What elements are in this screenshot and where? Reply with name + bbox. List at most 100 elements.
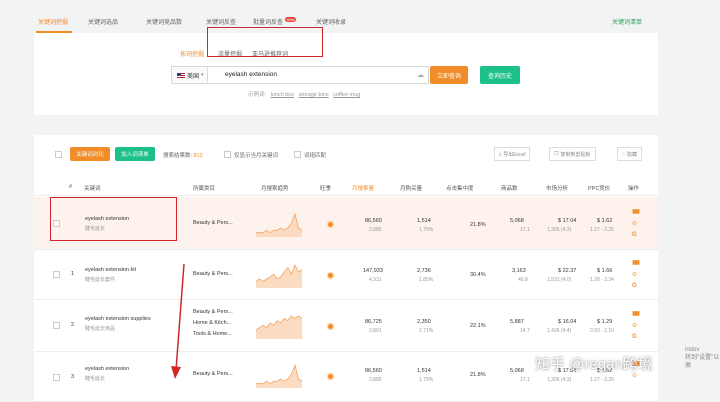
table-row[interactable]: 1 eyelash extension kit 睫毛延长套件 Beauty & …	[34, 250, 658, 300]
search-volume: 86,725	[365, 319, 382, 325]
col-header-category: 所属类目	[193, 186, 216, 192]
trend-sparkline	[256, 363, 302, 388]
product-count: 5,887	[510, 319, 524, 325]
side-text-line: indov	[685, 347, 700, 353]
table-row[interactable]: eyelash extension 睫毛延长 Beauty & Pers... …	[34, 197, 658, 250]
country-label: 美国	[187, 73, 200, 80]
google-icon[interactable]: G	[632, 232, 637, 238]
example-keyword[interactable]: coffee mug	[333, 92, 360, 98]
search-volume-sub: 2,885	[369, 227, 382, 233]
trend-sparkline	[256, 315, 302, 339]
copy-clipboard-button[interactable]: ❐ 复制到剪贴板	[549, 147, 596, 161]
purchases-sub: 1.75%	[419, 377, 434, 383]
purchases-sub: 1.75%	[419, 227, 434, 233]
col-header-purchases[interactable]: 月购买量	[400, 184, 422, 192]
keyword-search-input[interactable]: eyelash extension	[207, 66, 429, 84]
col-header-market[interactable]: 市场分析	[546, 184, 568, 192]
tab-keyword-mining[interactable]: 关键词挖掘	[38, 17, 68, 26]
result-count-label: 搜索结果数:	[163, 153, 193, 159]
current-month-checkbox[interactable]	[224, 151, 231, 158]
chevron-down-icon: ▾	[201, 72, 204, 78]
product-count-sub: 17.1	[520, 227, 530, 233]
tab-bar: 关键词挖掘 关键词选品 关键词竞品数 关键词反查 批量词反查new 关键词收录 …	[34, 14, 658, 33]
windows-activation-text: indov 转到"设置"以激	[685, 346, 720, 370]
col-header-actions: 操作	[628, 186, 640, 192]
country-select[interactable]: 美国 ▾	[171, 66, 207, 84]
row-checkbox[interactable]	[53, 374, 60, 381]
col-header-ppc[interactable]: PPC竞价	[588, 184, 610, 192]
category-text: Tools & Home...	[193, 331, 232, 337]
tab-keyword-selection[interactable]: 关键词选品	[88, 17, 118, 26]
season-indicator	[328, 273, 333, 278]
keyword-text[interactable]: eyelash extension	[85, 216, 129, 222]
phrase-match-checkbox[interactable]	[294, 151, 301, 158]
purchases: 2,736	[417, 268, 431, 274]
ppc-bid: $ 1.29	[597, 319, 613, 325]
export-excel-button[interactable]: ⤓ 导出Excel	[494, 147, 531, 161]
keyword-translation: 睫毛延长	[85, 376, 106, 382]
trend-sparkline	[256, 264, 302, 288]
search-volume-sub: 2,891	[369, 328, 382, 334]
search-volume: 86,560	[365, 218, 382, 224]
result-count-value: 812	[193, 153, 203, 159]
tab-keyword-competitors[interactable]: 关键词竞品数	[146, 17, 182, 26]
row-checkbox[interactable]	[53, 271, 60, 278]
mode-tab-traffic[interactable]: 流量挖掘	[218, 49, 242, 58]
tab-keyword-index[interactable]: 关键词收录	[316, 17, 346, 26]
hide-icon: ◌	[622, 151, 625, 157]
hide-label: 隐藏	[626, 151, 637, 158]
ppc-range: 1.27 - 3.25	[590, 377, 614, 383]
market-sub: 1,306 (4.3)	[547, 377, 572, 383]
ppc-bid: $ 1.66	[597, 268, 613, 274]
col-header-keyword[interactable]: 关键词	[84, 184, 101, 192]
keyword-text[interactable]: eyelash extension	[85, 366, 129, 372]
select-all-checkbox[interactable]	[55, 151, 62, 158]
bar-chart-icon[interactable]: ▮▮▮	[632, 310, 640, 317]
category-text: Home & Kitch...	[193, 320, 232, 326]
upload-cloud-icon[interactable]: ☁	[417, 71, 424, 79]
view-details-icon[interactable]: ⊝	[632, 220, 637, 227]
product-count: 5,068	[510, 218, 524, 224]
table-row[interactable]: 2 eyelash extension supplies 睫毛延长用品 Beau…	[34, 300, 658, 352]
mode-tab-amazon[interactable]: 亚马逊推荐词	[252, 49, 288, 58]
table-header: # 关键词 所属类目 月搜索趋势 旺季 月搜索量 月购买量 点击集中度 商品数 …	[34, 179, 658, 196]
tab-keyword-reverse[interactable]: 关键词反查	[206, 17, 236, 26]
col-header-search-volume[interactable]: 月搜索量	[352, 184, 374, 192]
compare-button[interactable]: 关键词对比	[70, 147, 110, 161]
ppc-range: 0.93 - 2.10	[590, 328, 614, 334]
view-details-icon[interactable]: ⊝	[632, 322, 637, 329]
col-header-click-concentration[interactable]: 点击集中度	[446, 184, 474, 192]
row-checkbox[interactable]	[53, 220, 60, 227]
example-keyword[interactable]: storage bins	[299, 92, 329, 98]
bar-chart-icon[interactable]: ▮▮▮	[632, 259, 640, 266]
keyword-text[interactable]: eyelash extension kit	[85, 267, 136, 273]
hide-button[interactable]: ◌ 隐藏	[617, 147, 642, 161]
col-header-season: 旺季	[320, 186, 332, 192]
bar-chart-icon[interactable]: ▮▮▮	[632, 208, 640, 215]
google-icon[interactable]: G	[632, 283, 637, 289]
history-button[interactable]: 查询历史	[480, 66, 520, 84]
trend-area	[256, 265, 302, 288]
row-checkbox[interactable]	[53, 322, 60, 329]
search-volume: 86,560	[365, 368, 382, 374]
example-prefix: 示例词:	[248, 92, 267, 98]
search-button[interactable]: 立即查询	[430, 66, 468, 84]
google-icon[interactable]: G	[632, 334, 637, 340]
example-keyword[interactable]: lunch box	[271, 92, 295, 98]
add-to-list-button[interactable]: 加入词清单	[115, 147, 155, 161]
click-concentration: 30.4%	[470, 272, 486, 278]
tab-batch-reverse[interactable]: 批量词反查new	[253, 17, 297, 26]
col-header-product-count[interactable]: 商品数	[501, 184, 518, 192]
current-month-label: 仅显示当月关键词	[234, 153, 279, 159]
category-text: Beauty & Pers...	[193, 309, 233, 315]
market-price: $ 16.04	[558, 319, 577, 325]
tab-batch-reverse-label: 批量词反查	[253, 20, 284, 26]
keyword-text[interactable]: eyelash extension supplies	[85, 316, 151, 322]
keyword-list-link[interactable]: 关键词清单	[612, 17, 642, 26]
trend-area	[256, 214, 302, 237]
search-volume: 147,933	[363, 268, 383, 274]
view-details-icon[interactable]: ⊝	[632, 271, 637, 278]
mode-tab-expand[interactable]: 拓词挖掘	[180, 49, 204, 58]
season-indicator	[328, 324, 333, 329]
row-number: 1	[71, 271, 75, 277]
